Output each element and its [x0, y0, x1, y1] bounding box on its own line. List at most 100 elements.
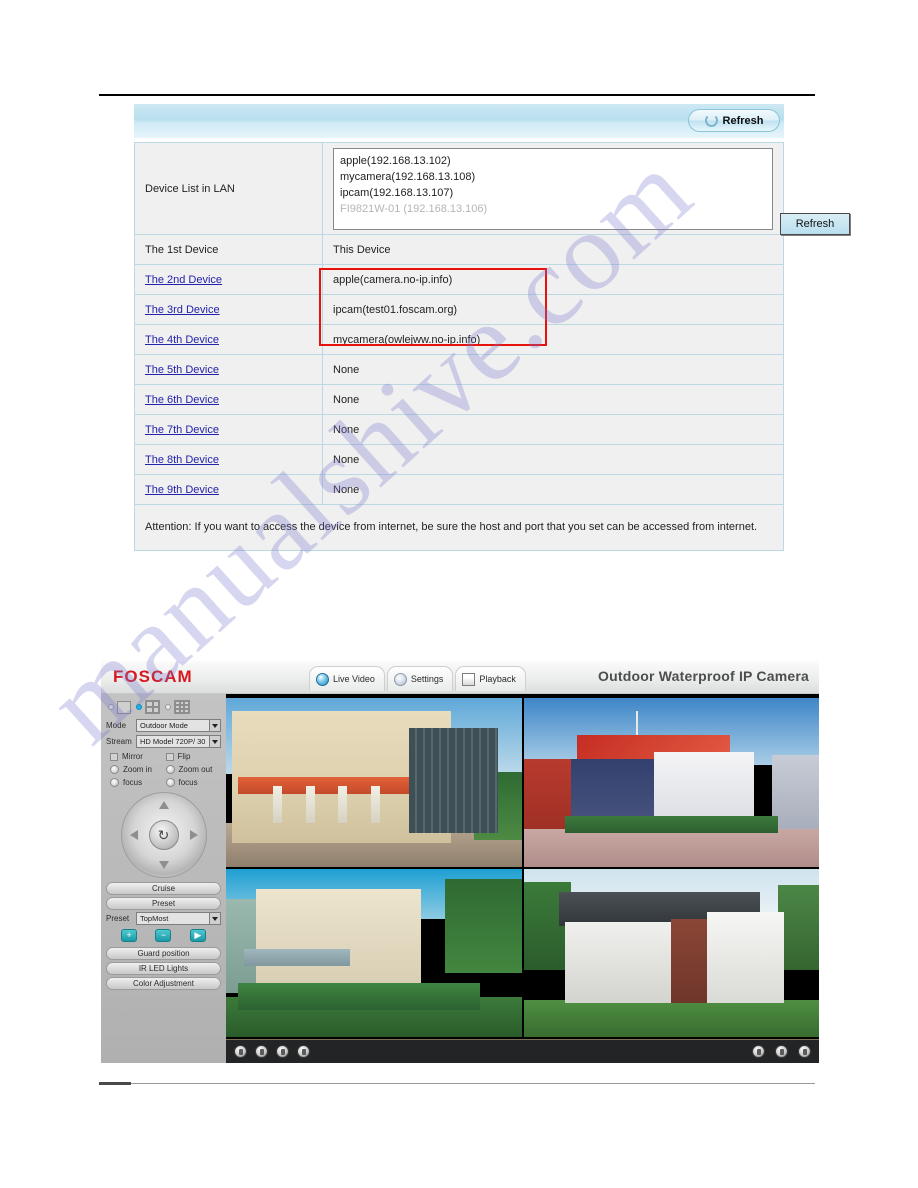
- device-value-1: This Device: [333, 243, 391, 256]
- chevron-down-icon[interactable]: [209, 720, 220, 731]
- device-value-cell-6: None: [322, 384, 784, 415]
- device-link-5[interactable]: The 5th Device: [145, 364, 219, 376]
- device-link-3[interactable]: The 3rd Device: [145, 304, 220, 316]
- cruise-button[interactable]: Cruise: [106, 882, 221, 895]
- device-link-8[interactable]: The 8th Device: [145, 454, 219, 466]
- stream-select[interactable]: HD Model 720P/ 30: [136, 735, 221, 748]
- video-cell-3[interactable]: [226, 868, 522, 1037]
- video-roof: [243, 949, 351, 967]
- record-icon[interactable]: [255, 1045, 268, 1058]
- view-mode-nine[interactable]: [165, 700, 190, 714]
- add-preset-icon[interactable]: +: [121, 929, 138, 942]
- color-adjustment-button[interactable]: Color Adjustment: [106, 977, 221, 990]
- preset-button[interactable]: Preset: [106, 897, 221, 910]
- focus-near-group[interactable]: focus: [110, 778, 166, 787]
- video-neighbor-right: [771, 755, 819, 830]
- ptz-center-rotate-icon[interactable]: ↻: [148, 820, 179, 850]
- pan-left-icon[interactable]: [129, 830, 138, 840]
- device-label-cell-1: The 1st Device: [134, 234, 323, 265]
- flip-checkbox-group[interactable]: Flip: [165, 752, 222, 761]
- preset-select-row: Preset TopMost: [106, 912, 221, 925]
- refresh-button-lan[interactable]: Refresh: [780, 212, 850, 235]
- single-view-icon: [117, 700, 131, 714]
- snapshot-icon[interactable]: [234, 1045, 247, 1058]
- flip-label: Flip: [177, 752, 191, 761]
- focus-far-icon[interactable]: [165, 778, 175, 787]
- fullscreen-icon[interactable]: [798, 1045, 811, 1058]
- device-link-4[interactable]: The 4th Device: [145, 334, 219, 346]
- lan-device-item[interactable]: mycamera(192.168.13.108): [340, 169, 766, 185]
- preset-select[interactable]: TopMost: [136, 912, 221, 925]
- zoom-in-group[interactable]: Zoom in: [110, 765, 166, 774]
- ir-led-lights-button[interactable]: IR LED Lights: [106, 962, 221, 975]
- flip-checkbox[interactable]: [165, 752, 174, 761]
- lan-device-listbox[interactable]: apple(192.168.13.102) mycamera(192.168.1…: [333, 147, 850, 235]
- video-cell-1[interactable]: [226, 698, 522, 867]
- focus-far-group[interactable]: focus: [165, 778, 222, 787]
- single-view-radio[interactable]: [108, 704, 114, 710]
- chevron-down-icon[interactable]: [209, 736, 220, 747]
- device-label-cell-9: The 9th Device: [134, 474, 323, 505]
- table-row: The 9th Device None: [134, 474, 784, 505]
- alarm-icon[interactable]: [775, 1045, 788, 1058]
- refresh-button-top-label: Refresh: [722, 114, 764, 127]
- device-value-cell-2: apple(camera.no-ip.info): [322, 264, 784, 295]
- focus-near-icon[interactable]: [110, 778, 119, 787]
- tab-live-video[interactable]: Live Video: [309, 666, 385, 691]
- video-cell-2[interactable]: [523, 698, 819, 867]
- tab-settings[interactable]: Settings: [386, 666, 454, 691]
- nine-view-radio[interactable]: [165, 704, 171, 710]
- panel-header: Refresh: [134, 104, 784, 138]
- talk-icon[interactable]: [297, 1045, 310, 1058]
- device-value-cell-7: None: [322, 414, 784, 445]
- nine-view-icon: [174, 700, 190, 714]
- device-link-7[interactable]: The 7th Device: [145, 424, 219, 436]
- mode-select-value: Outdoor Mode: [140, 721, 188, 730]
- chevron-down-icon[interactable]: [209, 913, 220, 924]
- device-link-9[interactable]: The 9th Device: [145, 484, 219, 496]
- mirror-checkbox[interactable]: [110, 752, 118, 761]
- status-bar-right-controls: [752, 1045, 811, 1058]
- video-column: [273, 785, 283, 823]
- gear-icon: [393, 672, 407, 686]
- zoom-row: Zoom in Zoom out: [110, 765, 221, 774]
- audio-icon[interactable]: [276, 1045, 289, 1058]
- video-cell-4[interactable]: [523, 868, 819, 1037]
- preset-select-value: TopMost: [140, 914, 169, 923]
- camera-control-sidebar: Mode Outdoor Mode Stream HD Model 720P/ …: [101, 694, 226, 1063]
- tab-playback[interactable]: Playback: [455, 666, 526, 691]
- ptz-joystick[interactable]: ↻: [120, 792, 207, 878]
- status-bar-left-controls: [234, 1045, 310, 1058]
- device-label-cell-2: The 2nd Device: [134, 264, 323, 295]
- focus-near-label: focus: [123, 778, 143, 787]
- refresh-button-top[interactable]: Refresh: [688, 109, 780, 132]
- tab-playback-label: Playback: [479, 674, 516, 684]
- lan-device-item[interactable]: ipcam(192.168.13.107): [340, 185, 766, 201]
- device-link-2[interactable]: The 2nd Device: [145, 274, 222, 286]
- attention-note: Attention: If you want to access the dev…: [134, 504, 784, 551]
- remove-preset-icon[interactable]: −: [155, 929, 172, 942]
- pan-right-icon[interactable]: [189, 830, 198, 840]
- device-label-1: The 1st Device: [145, 243, 219, 256]
- pan-down-icon[interactable]: [158, 861, 169, 869]
- quad-view-radio[interactable]: [136, 704, 142, 710]
- mirror-checkbox-group[interactable]: Mirror: [110, 752, 166, 761]
- zoom-out-group[interactable]: Zoom out: [165, 765, 222, 774]
- stop-icon[interactable]: [752, 1045, 765, 1058]
- guard-position-button[interactable]: Guard position: [106, 947, 221, 960]
- pan-up-icon[interactable]: [158, 801, 169, 809]
- mode-select[interactable]: Outdoor Mode: [136, 719, 221, 732]
- view-mode-single[interactable]: [108, 700, 131, 714]
- lan-device-item-dimmed[interactable]: FI9821W-01 (192.168.13.106): [340, 201, 766, 217]
- view-mode-quad[interactable]: [136, 700, 160, 714]
- video-building: [255, 888, 422, 994]
- device-value-cell-1: This Device: [322, 234, 784, 265]
- goto-preset-icon[interactable]: ▶: [189, 929, 206, 942]
- table-row: The 7th Device None: [134, 414, 784, 445]
- zoom-in-icon[interactable]: [110, 765, 119, 774]
- stream-label: Stream: [106, 737, 132, 746]
- device-link-6[interactable]: The 6th Device: [145, 394, 219, 406]
- page-rule-top: [99, 94, 815, 96]
- zoom-out-icon[interactable]: [165, 765, 175, 774]
- lan-device-item[interactable]: apple(192.168.13.102): [340, 153, 766, 169]
